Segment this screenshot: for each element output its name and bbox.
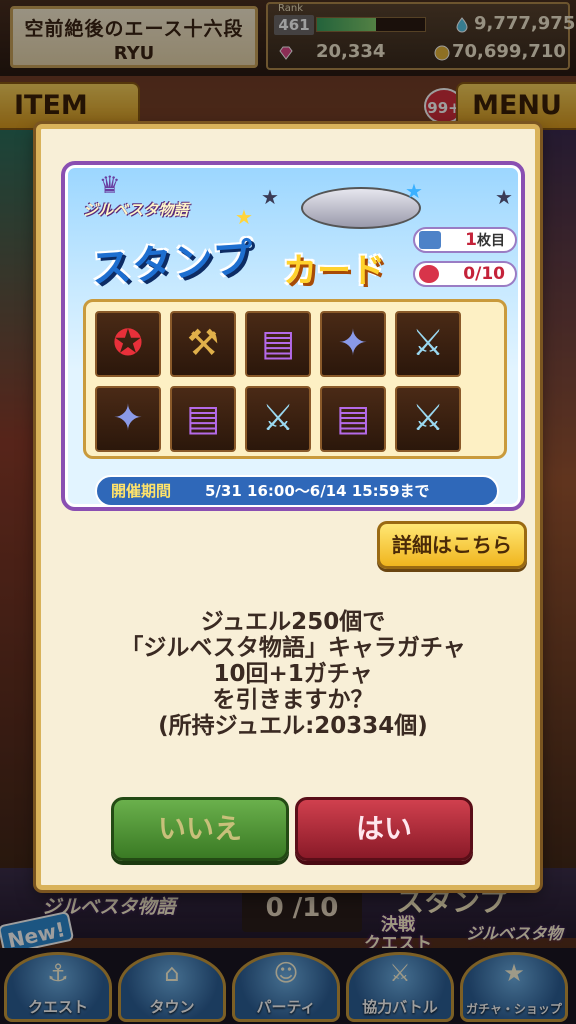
star-icon: ★ (405, 179, 423, 203)
details-button[interactable]: 詳細はこちら (377, 521, 527, 569)
stamp-progress-row: 0/10 (413, 261, 517, 287)
stamp-slot: ⚔ (395, 311, 461, 377)
stamp-slot: ✦ (95, 386, 161, 452)
star-crystal-icon: ✦ (337, 323, 369, 364)
stamp-slot: ⚔ (395, 386, 461, 452)
sheet-count-row: 1枚目 (413, 227, 517, 253)
card-event-logo: ジルベスタ物語 (83, 201, 189, 219)
sword-icon: ⚔ (411, 323, 445, 364)
period-value: 5/31 16:00〜6/14 15:59まで (205, 482, 430, 500)
event-period: 開催期間 5/31 16:00〜6/14 15:59まで (95, 475, 499, 507)
stamp-card-title-suffix: カード (283, 251, 385, 291)
stamp-slot: ✦ (320, 311, 386, 377)
stamp-slot: ⚒ (170, 311, 236, 377)
stamp-slot: ▤ (170, 386, 236, 452)
red-stamp-emblem-icon: ✪ (112, 323, 144, 364)
stamp-slot: ✪ (95, 311, 161, 377)
no-button[interactable]: いいえ (111, 797, 289, 861)
confirm-message: ジュエル250個で 「ジルベスタ物語」キャラガチャ 10回+1ガチャ を引きます… (61, 609, 525, 739)
message-line: ジュエル250個で (200, 609, 386, 635)
stamp-slot: ⚔ (245, 386, 311, 452)
sheet-count-unit: 枚目 (477, 233, 505, 249)
star-icon: ★ (495, 185, 513, 209)
stamp-grid: ✪ ⚒ ▤ ✦ ⚔ ✦ ▤ ⚔ ▤ ⚔ (83, 299, 507, 459)
message-line: (所持ジュエル:20334個) (158, 713, 428, 739)
stamp-card: ♛ ジルベスタ物語 ★ ★ ★ ★ スタンプ カード 1枚目 0/10 ✪ ⚒ … (61, 161, 525, 511)
stamp-card-title: スタンプ (89, 235, 256, 293)
sheet-count-number: 1 (465, 230, 477, 250)
crown-emblem-icon: ♛ (99, 171, 121, 199)
message-line: 10回+1ガチャ (213, 661, 373, 687)
sword-icon: ⚔ (411, 398, 445, 439)
purple-book-icon: ▤ (335, 398, 370, 439)
sword-icon: ⚔ (261, 398, 295, 439)
star-crystal-icon: ✦ (112, 398, 144, 439)
star-icon: ★ (261, 185, 279, 209)
stamp-progress-icon (419, 265, 439, 283)
message-line: 「ジルベスタ物語」キャラガチャ (120, 635, 466, 661)
message-line: を引きますか？ (212, 687, 374, 713)
yes-button[interactable]: はい (295, 797, 473, 861)
period-label: 開催期間 (111, 482, 172, 500)
hammer-icon: ⚒ (186, 323, 220, 364)
gacha-confirm-dialog: ♛ ジルベスタ物語 ★ ★ ★ ★ スタンプ カード 1枚目 0/10 ✪ ⚒ … (36, 124, 540, 890)
stamp-slot: ▤ (245, 311, 311, 377)
card-sheet-icon (419, 231, 441, 249)
airship-icon (301, 187, 421, 229)
sheet-count: 1枚目 (465, 230, 505, 250)
stamp-progress: 0/10 (463, 264, 505, 284)
purple-book-icon: ▤ (185, 398, 220, 439)
stamp-slot: ▤ (320, 386, 386, 452)
purple-book-icon: ▤ (260, 323, 295, 364)
